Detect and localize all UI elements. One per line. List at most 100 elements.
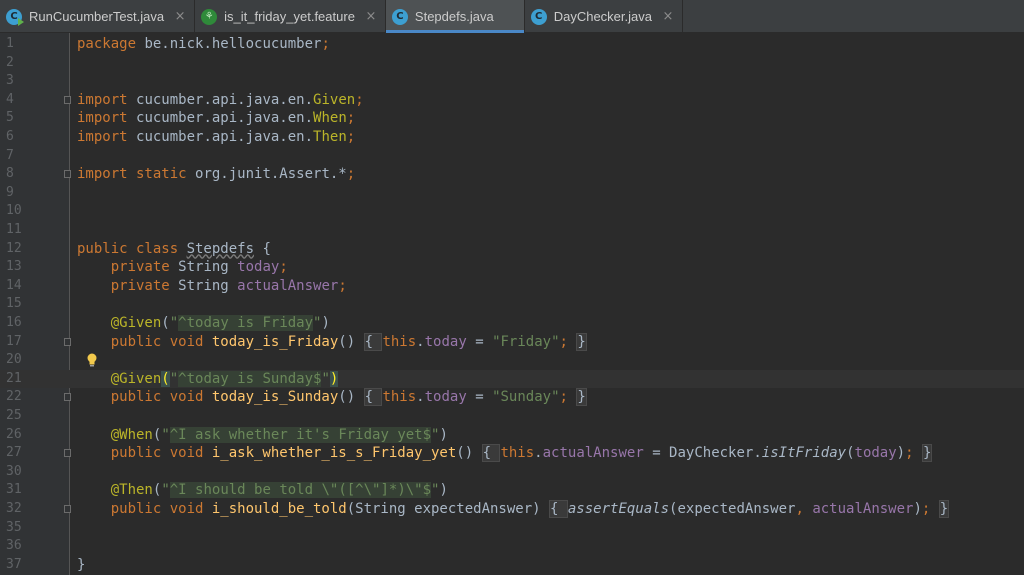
line-number: 12: [6, 240, 22, 256]
tab-daychecker-java[interactable]: C DayChecker.java ×: [525, 0, 683, 33]
line-number: 25: [6, 408, 22, 423]
code-token: "Sunday": [492, 389, 560, 406]
line-number: 9: [6, 184, 14, 200]
code-token: When: [313, 110, 347, 127]
tab-stepdefs-java[interactable]: C Stepdefs.java: [385, 0, 525, 33]
code-token: .: [416, 389, 425, 406]
line-number: 1: [6, 36, 14, 51]
code-text[interactable]: public void today_is_Friday() { this.tod…: [77, 332, 587, 352]
code-token: (): [338, 333, 364, 350]
code-text[interactable]: @Then("^I should be told \"([^\"]*)\"$"): [77, 481, 448, 500]
code-token: this: [382, 389, 417, 406]
code-token: ;: [346, 110, 356, 127]
code-line: 25: [0, 407, 1024, 426]
code-text[interactable]: import static org.junit.Assert.*;: [77, 165, 355, 184]
code-token: {: [481, 444, 501, 463]
code-token: ": [321, 370, 330, 387]
fold-marker-icon[interactable]: [64, 505, 71, 513]
line-number: 6: [6, 129, 14, 144]
line-number: 4: [6, 91, 14, 107]
code-token: @Given: [110, 370, 162, 387]
code-token: ;: [338, 277, 347, 294]
line-number: 21: [6, 370, 22, 386]
code-line: 4 import cucumber.api.java.en.Given;: [0, 91, 1024, 110]
code-token: ): [439, 426, 448, 443]
code-token: ;: [279, 259, 288, 276]
code-text[interactable]: private String today;: [77, 258, 288, 277]
code-token: (: [846, 445, 855, 462]
code-token: ": [161, 426, 170, 443]
code-token: package: [77, 36, 145, 52]
line-number: 27: [6, 445, 22, 461]
tab-runcucumbertest-java[interactable]: C RunCucumberTest.java ×: [0, 0, 196, 33]
tab-is-it-friday-yet-feature[interactable]: ⚘ is_it_friday_yet.feature ×: [195, 0, 386, 33]
code-text[interactable]: public class Stepdefs {: [77, 240, 271, 259]
code-token: {: [363, 388, 383, 407]
java-class-icon: C: [530, 8, 547, 25]
code-text[interactable]: package be.nick.hellocucumber;: [77, 35, 330, 54]
code-token: Stepdefs: [186, 240, 255, 257]
fold-marker-icon[interactable]: [64, 95, 71, 104]
code-text[interactable]: private String actualAnswer;: [77, 277, 347, 296]
tab-label: DayChecker.java: [553, 9, 652, 24]
line-number: 3: [6, 73, 14, 89]
code-line: 16 @Given("^today is Friday"): [0, 314, 1024, 333]
code-token: @Given: [110, 315, 162, 331]
code-token: }: [576, 388, 587, 407]
code-token: import: [77, 110, 137, 127]
line-number: 5: [6, 110, 14, 126]
code-token: cucumber.api.java.en.: [136, 129, 314, 145]
close-icon[interactable]: ×: [174, 10, 186, 23]
line-number: 17: [6, 333, 22, 349]
code-token: today: [237, 259, 280, 276]
code-token: cucumber.api.java.en.: [136, 91, 314, 108]
code-line: 8 import static org.junit.Assert.*;: [0, 165, 1024, 184]
code-text[interactable]: public void i_ask_whether_is_s_Friday_ye…: [77, 444, 933, 463]
code-text[interactable]: import cucumber.api.java.en.Given;: [77, 91, 364, 110]
close-icon[interactable]: ×: [365, 10, 377, 23]
code-line: 7: [0, 147, 1024, 166]
code-text[interactable]: public void i_should_be_told(String expe…: [77, 500, 950, 519]
code-text[interactable]: @When("^I ask whether it's Friday yet$"): [77, 426, 448, 445]
code-token: =: [466, 333, 493, 350]
code-token: }: [938, 500, 950, 518]
code-line: 2: [0, 54, 1024, 73]
code-line: 10: [0, 202, 1024, 221]
code-token: actualAnswer: [812, 501, 914, 517]
code-token: (): [338, 389, 364, 406]
code-token: String: [178, 259, 238, 276]
code-editor[interactable]: 1 package be.nick.hellocucumber; 2 3 4 import…: [0, 33, 1024, 575]
fold-marker-icon[interactable]: [64, 449, 71, 458]
line-number: 36: [6, 538, 22, 554]
code-token: ;: [346, 129, 356, 145]
code-text[interactable]: public void today_is_Sunday() { this.tod…: [77, 388, 587, 407]
code-token: public void: [77, 445, 212, 462]
code-token: @When: [110, 426, 153, 443]
code-token: import: [77, 91, 137, 108]
code-line: 27 public void i_ask_whether_is_s_Friday…: [0, 444, 1024, 463]
fold-marker-icon[interactable]: [64, 393, 71, 402]
lightbulb-icon[interactable]: [86, 353, 98, 367]
code-text[interactable]: @Given("^today is Sunday$"): [77, 370, 339, 389]
code-line: 21 @Given("^today is Sunday$"): [0, 369, 1024, 389]
code-text[interactable]: }: [77, 556, 85, 575]
code-token: ): [913, 501, 922, 517]
java-test-class-icon: C: [6, 8, 24, 26]
code-token: ^today is Sunday$: [178, 370, 322, 387]
code-line: 13 private String today;: [0, 258, 1024, 277]
code-token: ": [169, 370, 179, 387]
code-token: actualAnswer: [542, 445, 644, 462]
fold-marker-icon[interactable]: [64, 337, 71, 346]
code-token: = DayChecker.: [643, 445, 762, 462]
code-text[interactable]: import cucumber.api.java.en.Then;: [77, 128, 355, 147]
fold-marker-icon[interactable]: [64, 170, 71, 179]
code-token: cucumber.api.java.en.: [136, 110, 314, 127]
close-icon[interactable]: ×: [662, 10, 674, 23]
code-text[interactable]: import cucumber.api.java.en.When;: [77, 109, 355, 128]
java-class-icon: C: [391, 8, 408, 25]
code-text[interactable]: @Given("^today is Friday"): [77, 314, 330, 333]
code-token: private: [77, 259, 179, 276]
code-token: today: [424, 389, 467, 406]
